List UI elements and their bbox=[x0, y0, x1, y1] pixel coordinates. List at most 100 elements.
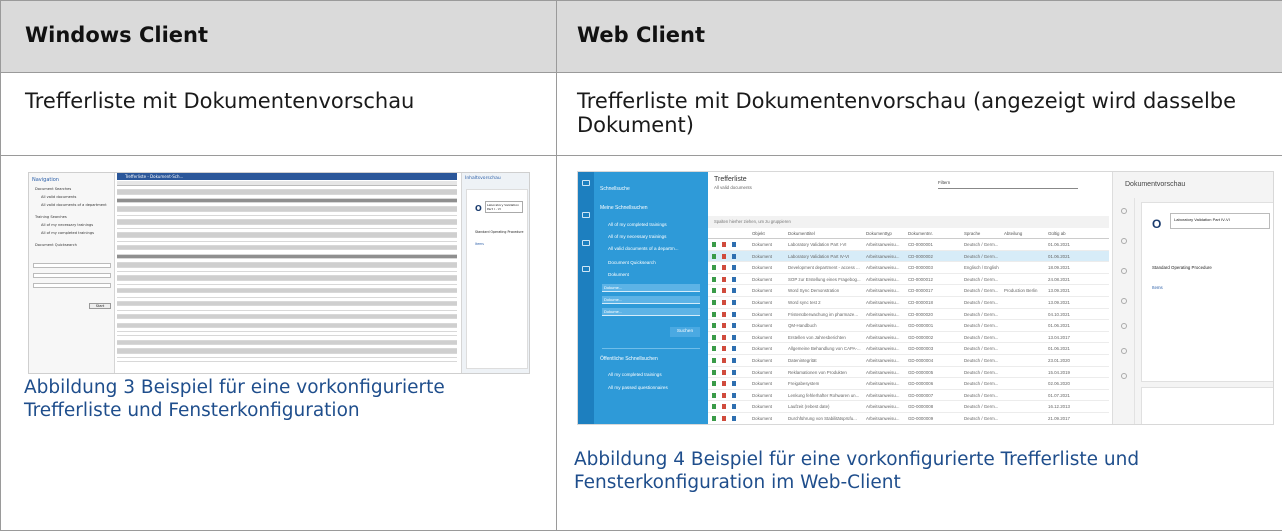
document-type-icon bbox=[732, 393, 736, 398]
web-table-header: Objekt Dokumenttitel Dokumenttyp Dokumen… bbox=[708, 229, 1109, 239]
windows-nav-item[interactable]: All valid documents of a department bbox=[41, 203, 107, 207]
table-row[interactable]: DokumentReklamationen von ProduktenArbei… bbox=[708, 367, 1109, 379]
windows-search-field[interactable] bbox=[33, 263, 111, 268]
windows-nav-item[interactable]: Document Quicksearch bbox=[35, 243, 77, 247]
table-cell-type: Arbeitsanweisu... bbox=[866, 265, 899, 270]
table-row[interactable]: DokumentDatenintegritätArbeitsanweisu...… bbox=[708, 355, 1109, 367]
table-cell-type: Arbeitsanweisu... bbox=[866, 312, 899, 317]
table-row[interactable]: DokumentLaufzeit (rebest date)Arbeitsanw… bbox=[708, 401, 1109, 413]
table-cell-obj: Dokument bbox=[752, 254, 772, 259]
table-cell-title: Laufzeit (rebest date) bbox=[788, 404, 830, 409]
column-header[interactable]: Dokumenttyp bbox=[866, 231, 892, 236]
web-search-item[interactable]: All of my necessary trainings bbox=[608, 234, 666, 239]
app-logo-icon[interactable] bbox=[582, 180, 590, 186]
windows-nav-item[interactable]: All of my completed trainings bbox=[41, 231, 94, 235]
undo-icon[interactable] bbox=[1121, 373, 1127, 379]
table-cell-type: Arbeitsanweisu... bbox=[866, 288, 899, 293]
table-row[interactable]: DokumentLaboratory Validation Part I-VIA… bbox=[708, 239, 1109, 251]
web-search-field[interactable]: Dokume... bbox=[602, 284, 700, 292]
web-search-item[interactable]: All of my completed trainings bbox=[608, 222, 667, 227]
table-cell-title: Development department - access ... bbox=[788, 265, 860, 270]
table-row[interactable]: DokumentDurchführung von Stabilitätsprüf… bbox=[708, 413, 1109, 425]
inbox-icon[interactable] bbox=[582, 266, 590, 272]
windows-doc-body: Items bbox=[475, 242, 484, 246]
windows-nav-item[interactable]: Training Searches bbox=[35, 215, 67, 219]
table-row[interactable]: DokumentErstellen von JahresberichtenArb… bbox=[708, 332, 1109, 344]
windows-preview-panel: Inhaltsvorschau O Laboratory Validation … bbox=[461, 173, 530, 374]
column-header[interactable]: Gültig ab bbox=[1048, 231, 1066, 236]
zoom-in-icon[interactable] bbox=[1121, 323, 1127, 329]
windows-nav-item[interactable]: Document Searches bbox=[35, 187, 71, 191]
table-cell-date: 01.07.2021 bbox=[1048, 393, 1070, 398]
column-header[interactable]: Objekt bbox=[752, 231, 765, 236]
table-row[interactable]: DokumentWord sync test 2Arbeitsanweisu..… bbox=[708, 297, 1109, 309]
windows-list-row[interactable] bbox=[117, 358, 457, 362]
web-quicksearch-sidebar: Schnellsuche Meine Schnellsuchen All of … bbox=[594, 172, 708, 425]
table-row[interactable]: DokumentWord Sync DemonstrationArbeitsan… bbox=[708, 285, 1109, 297]
search-icon[interactable] bbox=[1121, 208, 1127, 214]
table-row[interactable]: DokumentLenkung fehlerhafter Rohwaren un… bbox=[708, 390, 1109, 402]
windows-doc-sop: Standard Operating Procedure bbox=[475, 230, 523, 234]
web-search-field[interactable]: Dokume... bbox=[602, 308, 700, 316]
web-search-item[interactable]: Document Quicksearch bbox=[608, 260, 656, 265]
table-cell-obj: Dokument bbox=[752, 404, 772, 409]
header-web-client: Web Client bbox=[557, 1, 1282, 73]
windows-nav-item[interactable]: All valid documents bbox=[41, 195, 76, 199]
windows-nav-item[interactable]: All of my necessary trainings bbox=[41, 223, 93, 227]
table-cell-lang: Deutsch / Germ... bbox=[964, 300, 998, 305]
table-cell-obj: Dokument bbox=[752, 370, 772, 375]
table-row[interactable]: DokumentSOP zur Erstellung eines Fragebo… bbox=[708, 274, 1109, 286]
table-cell-title: Erstellen von Jahresberichten bbox=[788, 335, 846, 340]
web-filter-input[interactable]: Filtern bbox=[938, 180, 1078, 189]
refresh-icon[interactable] bbox=[1121, 348, 1127, 354]
column-header[interactable]: Sprache bbox=[964, 231, 980, 236]
page-icon[interactable] bbox=[1121, 268, 1127, 274]
table-cell-date: 13.04.2017 bbox=[1048, 335, 1070, 340]
windows-search-field[interactable] bbox=[33, 273, 111, 278]
windows-list-tab[interactable]: Trefferliste - Dokument-Sch... bbox=[117, 173, 457, 180]
document-type-icon bbox=[732, 358, 736, 363]
web-search-item[interactable]: All valid documents of a departm... bbox=[608, 246, 678, 251]
table-row[interactable]: DokumentFristenüberwachung im pharmaze..… bbox=[708, 309, 1109, 321]
file-icon bbox=[712, 288, 716, 293]
windows-search-field[interactable] bbox=[33, 283, 111, 288]
web-search-button[interactable]: Suchen bbox=[670, 327, 700, 337]
caption-figure-4: Abbildung 4 Beispiel für eine vorkonfigu… bbox=[574, 448, 1264, 494]
table-cell-nr: CD-0000012 bbox=[908, 277, 933, 282]
web-public-search-item[interactable]: All my completed trainings bbox=[608, 372, 662, 377]
table-cell-nr: CD-0000020 bbox=[908, 312, 933, 317]
pdf-icon bbox=[722, 254, 726, 259]
web-public-search-item[interactable]: All my passed questionnaires bbox=[608, 385, 668, 390]
web-doc-logo: O bbox=[1152, 217, 1161, 231]
pdf-icon bbox=[722, 370, 726, 375]
windows-search-button[interactable]: Start bbox=[89, 303, 111, 309]
list-icon[interactable] bbox=[582, 240, 590, 246]
windows-list-tab-label: Trefferliste - Dokument-Sch... bbox=[117, 174, 183, 179]
file-icon bbox=[712, 265, 716, 270]
web-search-field[interactable]: Dokume... bbox=[602, 296, 700, 304]
monitor-icon[interactable] bbox=[582, 212, 590, 218]
column-header[interactable]: Dokumentnr. bbox=[908, 231, 933, 236]
document-type-icon bbox=[732, 254, 736, 259]
description-web: Trefferliste mit Dokumentenvorschau (ang… bbox=[557, 73, 1282, 156]
table-cell-type: Arbeitsanweisu... bbox=[866, 346, 899, 351]
column-header[interactable]: Dokumenttitel bbox=[788, 231, 815, 236]
table-row[interactable]: DokumentQM-HandbuchArbeitsanweisu...GD-0… bbox=[708, 320, 1109, 332]
file-icon bbox=[712, 242, 716, 247]
web-quicksearch-title: Schnellsuche bbox=[600, 186, 630, 192]
table-row[interactable]: DokumentLaboratory Validation Part IV-VI… bbox=[708, 251, 1109, 263]
table-row[interactable]: DokumentDevelopment department - access … bbox=[708, 262, 1109, 274]
table-cell-lang: Deutsch / Germ... bbox=[964, 416, 998, 421]
document-type-icon bbox=[732, 300, 736, 305]
web-preview-title: Dokumentvorschau bbox=[1125, 181, 1185, 188]
zoom-out-icon[interactable] bbox=[1121, 298, 1127, 304]
rotate-icon[interactable] bbox=[1121, 238, 1127, 244]
table-cell-date: 01.06.2021 bbox=[1048, 254, 1070, 259]
web-doc-title: Laboratory Validation Part IV-VI bbox=[1170, 213, 1270, 229]
file-icon bbox=[712, 335, 716, 340]
table-row[interactable]: DokumentFreigabesystemArbeitsanweisu...G… bbox=[708, 378, 1109, 390]
column-header[interactable]: Abteilung bbox=[1004, 231, 1022, 236]
table-cell-title: Freigabesystem bbox=[788, 381, 819, 386]
table-row[interactable]: DokumentAllgemeine Behandlung von CAPA-.… bbox=[708, 343, 1109, 355]
pdf-icon bbox=[722, 323, 726, 328]
